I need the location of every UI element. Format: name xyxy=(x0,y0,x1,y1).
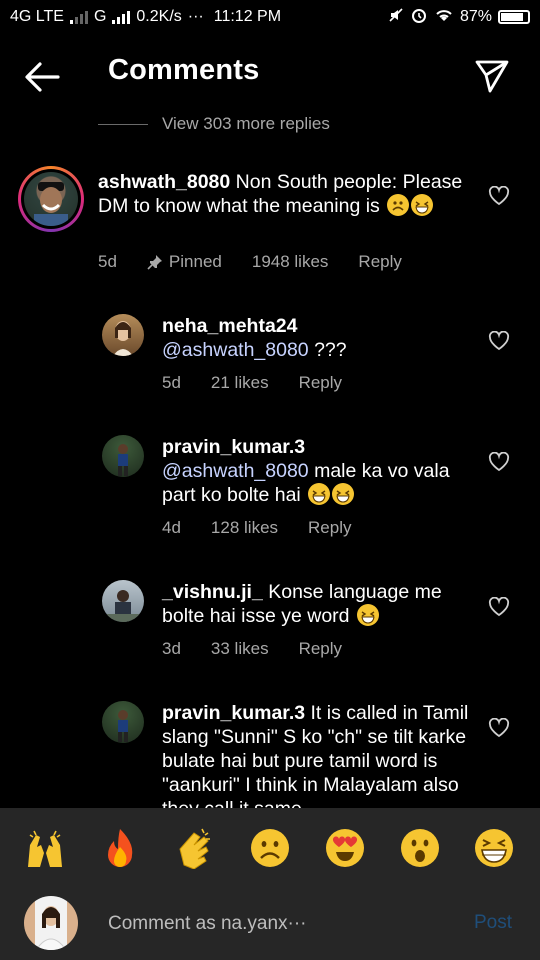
reply-button[interactable]: Reply xyxy=(299,373,342,393)
comment-meta: 4d 128 likes Reply xyxy=(162,518,352,538)
view-more-label: View 303 more replies xyxy=(162,114,330,133)
reply-button[interactable]: Reply xyxy=(308,518,351,538)
clapping-hands-icon[interactable] xyxy=(173,826,217,870)
comment-meta: 5d 21 likes Reply xyxy=(162,373,342,393)
comment-meta: 3d 33 likes Reply xyxy=(162,639,342,659)
emoji-bar xyxy=(0,808,540,888)
pinned-label: Pinned xyxy=(147,252,222,272)
battery-icon xyxy=(498,10,530,24)
comment-text: _vishnu.ji_ Konse language me bolte hai … xyxy=(162,580,472,628)
raising-hands-icon[interactable] xyxy=(23,826,67,870)
network-type: 4G LTE xyxy=(10,8,64,25)
pin-icon xyxy=(147,255,162,270)
battery-percent: 87% xyxy=(459,8,492,25)
frowning-face-icon[interactable] xyxy=(248,826,292,870)
comment-meta: 5d Pinned 1948 likes Reply xyxy=(98,252,402,272)
astonished-face-icon[interactable] xyxy=(398,826,442,870)
header: Comments xyxy=(0,40,540,112)
avatar[interactable] xyxy=(24,172,78,226)
likes-count[interactable]: 128 likes xyxy=(211,518,278,538)
mention-link[interactable]: @ashwath_8080 xyxy=(162,460,309,482)
username[interactable]: ashwath_8080 xyxy=(98,171,230,193)
current-user-avatar[interactable] xyxy=(24,896,78,950)
likes-count[interactable]: 33 likes xyxy=(211,639,269,659)
comment-text: ashwath_8080 Non South people: Please DM… xyxy=(98,170,468,218)
comment-input[interactable] xyxy=(108,910,348,938)
more-dots: ··· xyxy=(187,8,204,25)
net-speed: 0.2K/s xyxy=(136,8,182,25)
wifi-icon xyxy=(434,7,454,28)
grinning-squinting-face-icon xyxy=(356,604,379,626)
arrow-left-icon[interactable] xyxy=(22,60,62,94)
avatar[interactable] xyxy=(102,580,144,622)
heart-eyes-face-icon[interactable] xyxy=(323,826,367,870)
mention-link[interactable]: @ashwath_8080 xyxy=(162,339,309,361)
avatar[interactable] xyxy=(102,314,144,356)
signal-icon xyxy=(69,10,88,24)
reply-button[interactable]: Reply xyxy=(299,639,342,659)
reply-button[interactable]: Reply xyxy=(358,252,401,272)
heart-icon[interactable] xyxy=(488,331,510,351)
username[interactable]: neha_mehta24 xyxy=(162,314,472,338)
avatar[interactable] xyxy=(102,435,144,477)
comment-time: 5d xyxy=(98,252,117,271)
username[interactable]: pravin_kumar.3 xyxy=(162,435,477,459)
heart-icon[interactable] xyxy=(488,718,510,738)
comment-text: neha_mehta24 @ashwath_8080 ??? xyxy=(162,314,472,362)
comment-time: 4d xyxy=(162,518,181,537)
divider xyxy=(98,123,148,125)
pinned-text: Pinned xyxy=(168,252,222,271)
likes-count[interactable]: 21 likes xyxy=(211,373,269,393)
username[interactable]: pravin_kumar.3 xyxy=(162,702,305,724)
comment-body: ??? xyxy=(314,339,347,361)
page-title: Comments xyxy=(108,54,260,86)
frowning-face-icon xyxy=(387,194,410,216)
heart-icon[interactable] xyxy=(488,597,510,617)
paper-plane-icon[interactable] xyxy=(474,58,510,94)
comment-text: pravin_kumar.3 @ashwath_8080 male ka vo … xyxy=(162,435,477,507)
heart-icon[interactable] xyxy=(488,186,510,206)
avatar[interactable] xyxy=(102,701,144,743)
fire-icon[interactable] xyxy=(98,826,142,870)
grinning-squinting-face-icon xyxy=(332,483,355,505)
network-type-2: G xyxy=(93,8,107,25)
comment-time: 3d xyxy=(162,639,181,658)
mute-icon xyxy=(388,7,404,28)
grinning-squinting-face-icon xyxy=(308,483,331,505)
username[interactable]: _vishnu.ji_ xyxy=(162,581,263,603)
alarm-icon xyxy=(410,6,428,29)
comment-time: 5d xyxy=(162,373,181,392)
comment-text: pravin_kumar.3 It is called in Tamil sla… xyxy=(162,701,472,808)
grinning-squinting-face-icon[interactable] xyxy=(472,826,516,870)
heart-icon[interactable] xyxy=(488,452,510,472)
view-more-replies[interactable]: View 303 more replies xyxy=(98,114,330,134)
grinning-squinting-face-icon xyxy=(411,194,434,216)
post-button[interactable]: Post xyxy=(474,912,512,934)
status-bar: 4G LTE G 0.2K/s ··· 11:12 PM 87% xyxy=(0,0,540,34)
signal-icon-2 xyxy=(112,10,131,24)
likes-count[interactable]: 1948 likes xyxy=(252,252,329,272)
clock: 11:12 PM xyxy=(213,8,282,25)
